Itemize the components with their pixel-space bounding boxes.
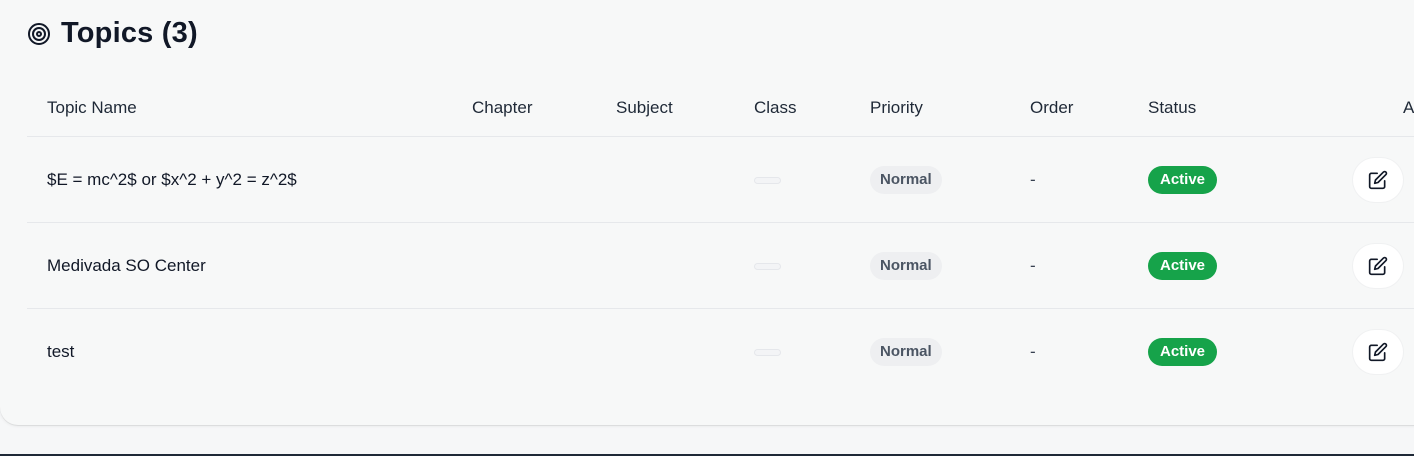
column-header-topic-name[interactable]: Topic Name	[47, 98, 137, 118]
column-header-chapter[interactable]: Chapter	[472, 98, 532, 118]
edit-button[interactable]	[1353, 244, 1403, 288]
column-header-actions: A	[1403, 98, 1414, 117]
status-badge: Active	[1148, 252, 1218, 280]
topic-name-cell: Medivada SO Center	[47, 256, 206, 275]
priority-badge: Normal	[870, 338, 942, 366]
target-icon	[27, 22, 51, 46]
column-header-subject[interactable]: Subject	[616, 98, 673, 118]
topics-card: Topics (3) Topic Name Chapter Subject Cl…	[0, 0, 1414, 425]
column-header-priority[interactable]: Priority	[870, 98, 923, 118]
page-title: Topics (3)	[61, 17, 198, 49]
class-badge	[754, 262, 781, 270]
edit-icon	[1368, 170, 1388, 190]
edit-icon	[1368, 256, 1388, 276]
table-row: test Normal - Active	[27, 309, 1414, 395]
table-row: $E = mc^2$ or $x^2 + y^2 = z^2$ Normal -…	[27, 137, 1414, 223]
topics-table: Topic Name Chapter Subject Class Priorit…	[27, 80, 1414, 395]
column-header-class[interactable]: Class	[754, 98, 797, 118]
status-badge: Active	[1148, 338, 1218, 366]
status-badge: Active	[1148, 166, 1218, 194]
edit-button[interactable]	[1353, 158, 1403, 202]
order-cell: -	[1030, 170, 1036, 189]
topic-name-cell: test	[47, 342, 75, 361]
order-cell: -	[1030, 256, 1036, 275]
priority-badge: Normal	[870, 252, 942, 280]
edit-button[interactable]	[1353, 330, 1403, 374]
column-header-status[interactable]: Status	[1148, 98, 1196, 118]
edit-icon	[1368, 342, 1388, 362]
section-header: Topics (3)	[27, 17, 198, 50]
order-cell: -	[1030, 342, 1036, 361]
priority-badge: Normal	[870, 166, 942, 194]
table-row: Medivada SO Center Normal - Active	[27, 223, 1414, 309]
class-badge	[754, 348, 781, 356]
class-badge	[754, 176, 781, 184]
topic-name-cell: $E = mc^2$ or $x^2 + y^2 = z^2$	[47, 170, 297, 189]
column-header-order[interactable]: Order	[1030, 98, 1073, 118]
table-header: Topic Name Chapter Subject Class Priorit…	[27, 80, 1414, 137]
